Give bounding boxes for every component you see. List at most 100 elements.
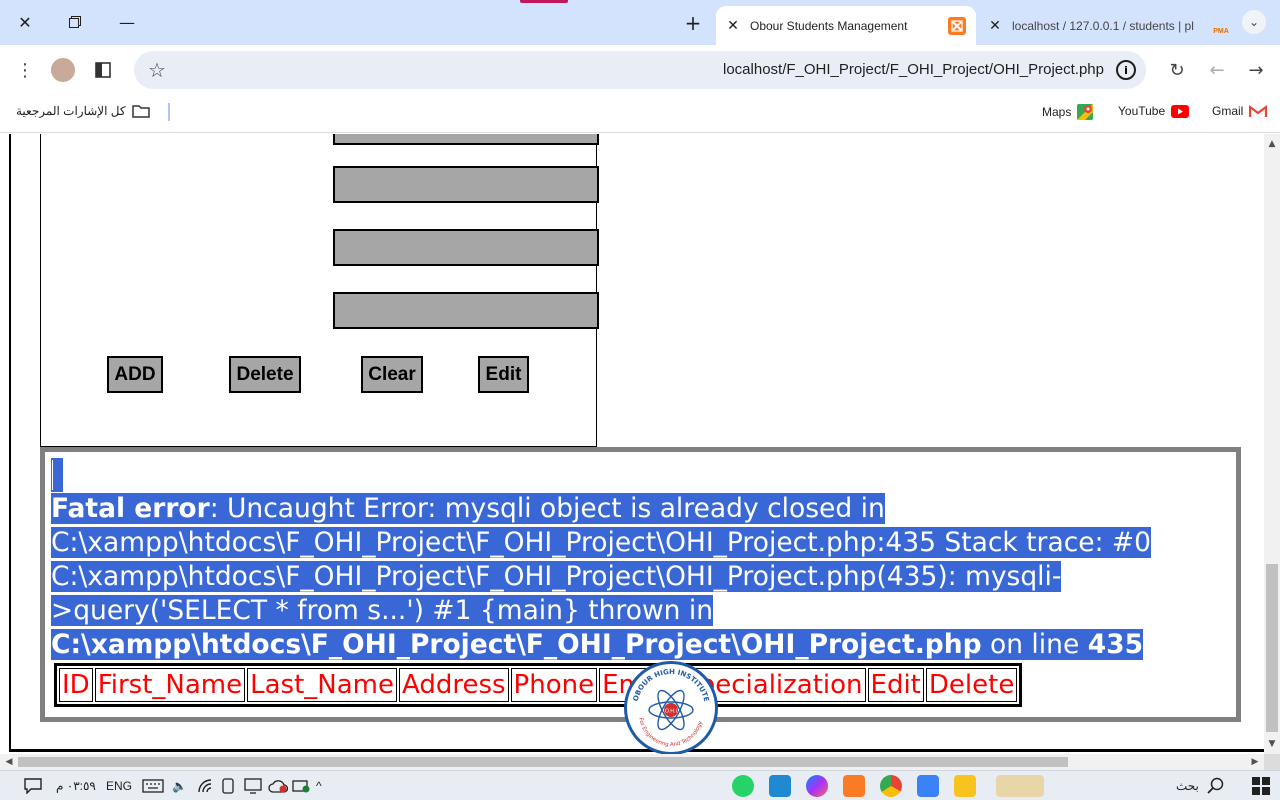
side-panel-button[interactable] xyxy=(90,57,116,83)
form-field-4[interactable] xyxy=(333,292,599,329)
windows-taskbar: ٠٣:٥٩ م ENG 🔈 ^ بحث xyxy=(0,770,1280,800)
atom-logo-icon: OBOUR HIGH INSTITUTE For Engineering And… xyxy=(632,668,711,748)
search-label: بحث xyxy=(1176,779,1199,793)
horizontal-scroll-thumb[interactable] xyxy=(18,757,1068,767)
input-language[interactable]: ENG xyxy=(106,777,132,795)
scroll-up-icon[interactable]: ▲ xyxy=(1264,136,1280,152)
scroll-right-icon[interactable]: ▶ xyxy=(1247,754,1263,770)
bookmarks-bar: كل الإشارات المرجعية Maps YouTube Gmail xyxy=(0,95,1280,133)
col-first-name: First_Name xyxy=(94,668,246,702)
more-vert-icon: ⋮ xyxy=(16,59,34,81)
form-field-1[interactable] xyxy=(333,134,599,145)
phone-link-icon[interactable] xyxy=(222,777,234,795)
page-viewport: ADD Delete Clear Edit Fatal error: Uncau… xyxy=(0,134,1264,754)
institute-logo: OBOUR HIGH INSTITUTE For Engineering And… xyxy=(624,661,718,754)
logo-bottom-text: For Engineering And Technology xyxy=(637,717,704,748)
restore-window-button[interactable] xyxy=(58,8,92,36)
address-bar[interactable]: ☆ localhost/F_OHI_Project/F_OHI_Project/… xyxy=(134,51,1146,89)
phpmyadmin-favicon-icon: PMA xyxy=(1212,17,1230,35)
form-field-3[interactable] xyxy=(333,229,599,266)
display-icon[interactable] xyxy=(244,777,262,795)
reload-icon: ↻ xyxy=(1169,59,1185,81)
star-icon[interactable]: ☆ xyxy=(148,58,166,82)
wifi-icon[interactable] xyxy=(198,777,214,795)
bookmark-label: YouTube xyxy=(1118,104,1166,118)
minimize-window-button[interactable]: — xyxy=(110,8,144,36)
delete-button[interactable]: Delete xyxy=(229,356,301,393)
add-button[interactable]: ADD xyxy=(107,356,163,393)
tab-close-icon[interactable]: ✕ xyxy=(724,17,742,34)
tab-phpmyadmin[interactable]: ✕ localhost / 127.0.0.1 / students | pl … xyxy=(978,6,1240,45)
edit-button[interactable]: Edit xyxy=(478,356,529,393)
bookmark-maps[interactable]: Maps xyxy=(1042,104,1094,120)
bookmark-label: Gmail xyxy=(1212,104,1244,118)
form-field-2[interactable] xyxy=(333,166,599,203)
messenger-icon[interactable] xyxy=(806,775,828,797)
tab-search-button[interactable]: ⌄ xyxy=(1242,10,1266,34)
bookmarks-separator xyxy=(168,103,170,121)
profile-button[interactable] xyxy=(50,57,76,83)
col-delete: Delete xyxy=(925,668,1018,702)
keyboard-icon[interactable] xyxy=(140,777,166,795)
arrow-left-icon: ← xyxy=(1209,59,1225,81)
tab-close-icon[interactable]: ✕ xyxy=(986,17,1004,34)
error-detail: : Uncaught Error: mysqli object is alrea… xyxy=(51,493,1151,626)
error-on-line: on line xyxy=(981,629,1088,660)
chat-bubble-icon xyxy=(24,778,42,794)
start-button[interactable] xyxy=(1252,777,1270,795)
bookmark-gmail[interactable]: Gmail xyxy=(1212,104,1268,118)
new-tab-button[interactable]: + xyxy=(680,10,706,36)
student-form: ADD Delete Clear Edit xyxy=(40,134,599,447)
error-file: C:\xampp\htdocs\F_OHI_Project\F_OHI_Proj… xyxy=(51,629,982,660)
all-bookmarks-button[interactable]: كل الإشارات المرجعية xyxy=(16,104,150,118)
file-explorer-icon[interactable] xyxy=(954,775,976,797)
error-line-number: 435 xyxy=(1087,629,1144,660)
chrome-icon[interactable] xyxy=(880,775,902,797)
maps-icon xyxy=(1077,104,1094,120)
volume-icon[interactable]: 🔈 xyxy=(172,777,187,795)
vertical-scrollbar[interactable]: ▲ ▼ xyxy=(1264,134,1280,754)
close-icon: ✕ xyxy=(18,12,32,32)
browser-toolbar: ⋮ ☆ localhost/F_OHI_Project/F_OHI_Projec… xyxy=(0,45,1280,95)
vscode-icon[interactable] xyxy=(769,775,791,797)
site-info-icon[interactable]: i xyxy=(1116,60,1136,80)
tab-obour-students[interactable]: ✕ Obour Students Management xyxy=(716,6,976,45)
avatar xyxy=(51,58,75,82)
vertical-scroll-thumb[interactable] xyxy=(1266,564,1278,732)
svg-text:For Engineering And Technology: For Engineering And Technology xyxy=(637,717,704,748)
clear-button[interactable]: Clear xyxy=(361,356,423,393)
minimize-icon: — xyxy=(119,12,135,32)
notifications-button[interactable] xyxy=(22,777,44,795)
text-caret xyxy=(51,458,63,492)
windows-logo-icon xyxy=(1252,777,1270,795)
table-header-row: ID First_Name Last_Name Address Phone Em… xyxy=(59,668,1018,702)
close-window-button[interactable]: ✕ xyxy=(8,8,42,36)
taskbar-search[interactable]: بحث xyxy=(1176,777,1225,795)
col-address: Address xyxy=(399,668,509,702)
scroll-down-icon[interactable]: ▼ xyxy=(1264,736,1280,752)
whatsapp-icon[interactable] xyxy=(732,775,754,797)
cloud-sync-icon[interactable] xyxy=(268,777,288,795)
error-label: Fatal error xyxy=(51,493,210,524)
battery-status-icon[interactable] xyxy=(292,777,312,795)
back-button[interactable]: → xyxy=(1243,57,1269,83)
forward-button[interactable]: ← xyxy=(1204,57,1230,83)
scroll-left-icon[interactable]: ◀ xyxy=(1,754,17,770)
bookmark-youtube[interactable]: YouTube xyxy=(1118,104,1190,118)
students-table: ID First_Name Last_Name Address Phone Em… xyxy=(54,663,1023,707)
show-hidden-icons-chevron-up-icon[interactable]: ^ xyxy=(316,777,322,795)
side-panel-icon xyxy=(95,62,111,78)
menu-button[interactable]: ⋮ xyxy=(12,57,38,83)
widgets-weather-icon[interactable] xyxy=(996,775,1044,797)
youtube-icon xyxy=(1171,104,1190,118)
clock[interactable]: ٠٣:٥٩ م xyxy=(56,777,96,795)
microsoft-store-icon[interactable] xyxy=(917,775,939,797)
horizontal-scrollbar[interactable]: ◀ ▶ xyxy=(0,754,1264,770)
chevron-down-icon: ⌄ xyxy=(1248,15,1260,29)
logo-center-text: O.H.I xyxy=(665,709,677,715)
tab-group-indicator xyxy=(520,0,568,3)
all-bookmarks-label: كل الإشارات المرجعية xyxy=(16,104,126,118)
xampp-icon[interactable] xyxy=(843,775,865,797)
gmail-icon xyxy=(1249,104,1268,117)
reload-button[interactable]: ↻ xyxy=(1164,57,1190,83)
